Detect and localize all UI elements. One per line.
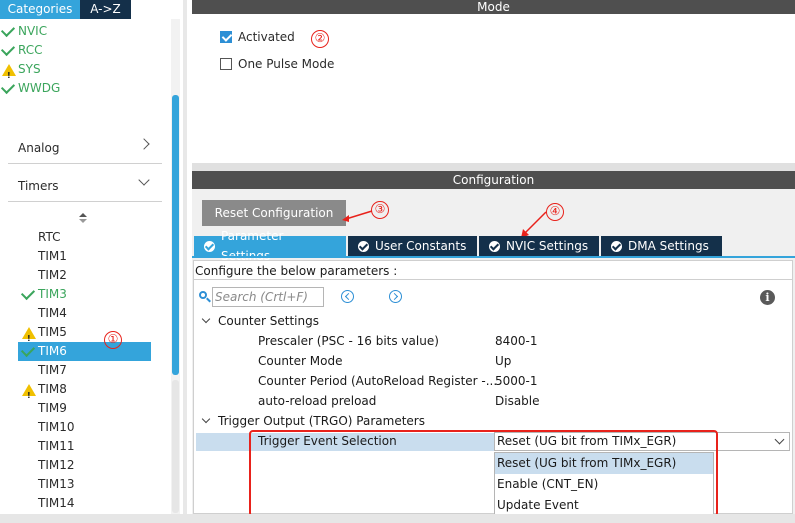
sidebar-item-nvic[interactable]: NVIC [0,22,47,41]
group-counter-settings[interactable]: Counter Settings [200,312,319,330]
check-circle-icon [489,240,500,252]
activated-checkbox-row[interactable]: Activated [220,28,295,46]
check-circle-icon [204,240,215,252]
search-previous-button[interactable] [341,290,354,303]
check-circle-icon [611,240,622,252]
check-circle-icon [358,240,369,252]
scrollbar-lower[interactable] [172,380,179,513]
sidebar-item-rcc[interactable]: RCC [0,41,43,60]
param-counter-mode-value[interactable]: Up [495,351,511,371]
one-pulse-checkbox-row[interactable]: One Pulse Mode [220,55,334,73]
param-counter-period-name: Counter Period (AutoReload Register -... [258,374,498,388]
param-prescaler-name: Prescaler (PSC - 16 bits value) [258,334,439,348]
warning-icon [0,60,18,85]
check-icon [20,342,36,361]
config-description: Configure the below parameters : [194,262,792,280]
sidebar-item-tim9[interactable]: TIM9 [18,399,67,418]
annotation-1: ① [104,331,122,349]
category-tabs: Categories A->Z [0,0,131,19]
sort-icon[interactable] [79,213,87,225]
sidebar-item-wwdg[interactable]: WWDG [0,79,60,98]
tab-a-z[interactable]: A->Z [80,0,131,19]
search-next-button[interactable] [389,290,402,303]
one-pulse-checkbox[interactable] [220,58,232,70]
sidebar-item-tim7[interactable]: TIM7 [18,361,67,380]
sidebar-item-sys[interactable]: SYS [2,60,41,85]
config-tabs: Parameter Settings User Constants NVIC S… [194,229,724,263]
status-bar [0,514,795,523]
scrollbar-thumb[interactable] [172,95,179,375]
sidebar-item-tim13[interactable]: TIM13 [18,475,75,494]
tab-nvic-settings[interactable]: NVIC Settings [479,236,599,256]
chevron-down-icon [201,314,211,324]
check-icon [0,22,18,41]
warning-icon [20,323,38,348]
param-prescaler-value[interactable]: 8400-1 [495,331,538,351]
annotation-2: ② [311,30,329,48]
param-counter-mode-name: Counter Mode [258,354,343,368]
tabs-underline [192,256,795,258]
check-icon [0,79,18,98]
sidebar-item-tim11[interactable]: TIM11 [18,437,75,456]
sidebar-item-tim6[interactable]: TIM6 [18,342,151,361]
mode-divider [192,163,795,171]
section-analog[interactable]: Analog [8,134,162,164]
search-icon [199,291,211,303]
tab-parameter-settings[interactable]: Parameter Settings [194,229,346,263]
activated-checkbox[interactable] [220,31,232,43]
chevron-down-icon [774,434,785,445]
left-sidebar: Categories A->Z NVIC RCC SYS WWDG Analog… [0,0,185,523]
sidebar-item-rtc[interactable]: RTC [18,228,60,247]
mode-header: Mode [192,0,795,14]
check-icon [0,41,18,60]
panel-splitter[interactable] [183,0,187,523]
sidebar-item-tim12[interactable]: TIM12 [18,456,75,475]
sidebar-item-tim4[interactable]: TIM4 [18,304,67,323]
annotation-arrow-3 [342,210,373,222]
sidebar-item-tim10[interactable]: TIM10 [18,418,75,437]
chevron-down-icon [138,174,150,186]
sidebar-item-tim14[interactable]: TIM14 [18,494,75,513]
sidebar-item-tim1[interactable]: TIM1 [18,247,67,266]
reset-configuration-button[interactable]: Reset Configuration [202,200,346,226]
annotation-highlight-box [249,430,718,517]
param-counter-period-value[interactable]: 5000-1 [495,371,538,391]
annotation-arrow-4 [521,211,547,238]
tab-dma-settings[interactable]: DMA Settings [601,236,722,256]
tab-categories[interactable]: Categories [0,0,80,19]
check-icon [20,285,38,304]
group-trigger-output[interactable]: Trigger Output (TRGO) Parameters [200,412,425,430]
warning-icon [20,380,38,405]
search-input[interactable]: Search (Crtl+F) [212,287,324,307]
sidebar-item-tim3[interactable]: TIM3 [20,285,67,304]
sidebar-item-tim2[interactable]: TIM2 [18,266,67,285]
info-icon[interactable]: i [760,290,775,305]
tab-user-constants[interactable]: User Constants [348,236,477,256]
param-auto-reload-name: auto-reload preload [258,394,377,408]
chevron-right-icon [138,138,150,150]
sidebar-item-tim8[interactable]: TIM8 [22,380,67,405]
param-auto-reload-value[interactable]: Disable [495,391,540,411]
configuration-header: Configuration [192,171,795,189]
chevron-down-icon [201,414,211,424]
sidebar-item-tim5[interactable]: TIM5 [22,323,67,348]
section-timers[interactable]: Timers [8,172,162,202]
